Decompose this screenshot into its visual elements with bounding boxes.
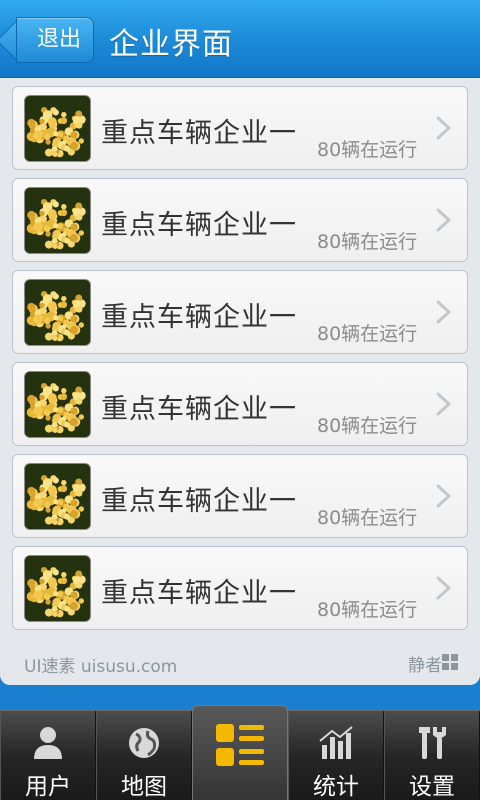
tab-label: 地图 [121, 774, 167, 800]
list-item[interactable]: 重点车辆企业一 80辆在运行 [12, 86, 468, 170]
item-name: 重点车辆企业一 [101, 302, 297, 333]
header-bar: 退出 企业界面 [0, 0, 480, 78]
back-button[interactable]: 退出 [16, 17, 94, 63]
chevron-right-icon [436, 392, 451, 416]
item-status: 80辆在运行 [317, 415, 418, 437]
enterprise-list: 重点车辆企业一 80辆在运行 重点车辆企业一 80辆在运行 重点车辆企业一 80… [12, 86, 468, 638]
flower-thumbnail [24, 371, 91, 438]
chevron-right-icon [436, 576, 451, 600]
tab-label: 用户 [25, 774, 71, 800]
flower-image [25, 556, 90, 621]
user-icon [34, 727, 62, 759]
tab-statistics[interactable]: 统计 [288, 711, 384, 800]
chevron-right-icon [436, 300, 451, 324]
flower-thumbnail [24, 279, 91, 346]
tools-icon [419, 727, 446, 759]
bottom-tab-bar: 用户 地图 统计 设置 [0, 705, 480, 800]
chevron-right-icon [436, 208, 451, 232]
item-name: 重点车辆企业一 [101, 394, 297, 425]
flower-image [25, 280, 90, 345]
flower-image [25, 188, 90, 253]
list-item[interactable]: 重点车辆企业一 80辆在运行 [12, 454, 468, 538]
item-status: 80辆在运行 [317, 139, 418, 161]
flower-thumbnail [24, 187, 91, 254]
item-status: 80辆在运行 [317, 231, 418, 253]
item-name: 重点车辆企业一 [101, 578, 297, 609]
tab-user[interactable]: 用户 [0, 711, 96, 800]
brand-text: 静者 [408, 656, 442, 676]
tab-settings[interactable]: 设置 [384, 711, 480, 800]
flower-thumbnail [24, 95, 91, 162]
list-item[interactable]: 重点车辆企业一 80辆在运行 [12, 546, 468, 630]
grid-logo-icon [442, 654, 458, 670]
list-grid-icon [216, 724, 264, 766]
flower-image [25, 372, 90, 437]
tab-label: 设置 [409, 774, 455, 800]
chart-icon [319, 726, 353, 759]
item-status: 80辆在运行 [317, 507, 418, 529]
content-area: 重点车辆企业一 80辆在运行 重点车辆企业一 80辆在运行 重点车辆企业一 80… [0, 78, 480, 685]
item-name: 重点车辆企业一 [101, 210, 297, 241]
item-name: 重点车辆企业一 [101, 486, 297, 517]
list-item[interactable]: 重点车辆企业一 80辆在运行 [12, 178, 468, 262]
flower-thumbnail [24, 555, 91, 622]
list-item[interactable]: 重点车辆企业一 80辆在运行 [12, 270, 468, 354]
back-button-label: 退出 [37, 27, 82, 52]
page-title: 企业界面 [109, 27, 233, 62]
chevron-right-icon [436, 484, 451, 508]
tab-label: 统计 [313, 774, 359, 800]
globe-icon [129, 728, 159, 758]
item-status: 80辆在运行 [317, 599, 418, 621]
flower-image [25, 96, 90, 161]
chevron-right-icon [436, 116, 451, 140]
flower-image [25, 464, 90, 529]
flower-thumbnail [24, 463, 91, 530]
item-name: 重点车辆企业一 [101, 118, 297, 149]
tab-map[interactable]: 地图 [96, 711, 192, 800]
credit-text: UI速素 uisusu.com [24, 657, 178, 677]
list-item[interactable]: 重点车辆企业一 80辆在运行 [12, 362, 468, 446]
item-status: 80辆在运行 [317, 323, 418, 345]
tab-enterprise[interactable] [192, 705, 288, 800]
